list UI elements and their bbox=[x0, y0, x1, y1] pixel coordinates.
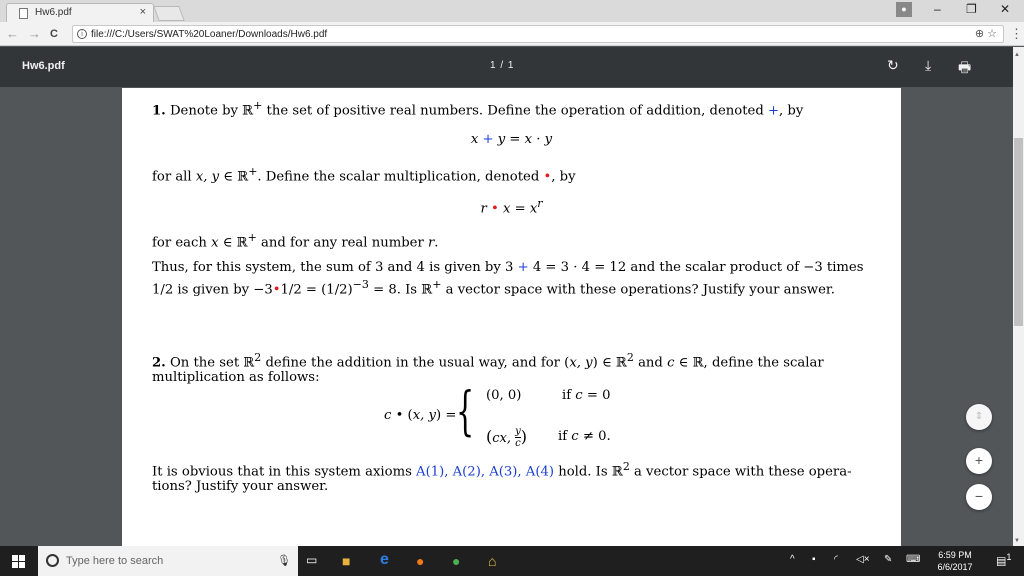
back-button[interactable]: ← bbox=[6, 26, 19, 41]
browser-menu-icon[interactable]: ⋮ bbox=[1010, 26, 1023, 42]
windows-taskbar: Type here to search 🎙 ▭ ■ e ● ● ⌂ ^ ▪ ◜ … bbox=[0, 546, 1024, 576]
notification-icon[interactable]: ▤1 bbox=[996, 552, 1012, 568]
p2-case2-condition: if c ≠ 0. bbox=[558, 429, 611, 444]
p1-line4: Thus, for this system, the sum of 3 and … bbox=[152, 260, 864, 275]
document-icon bbox=[19, 8, 28, 19]
address-bar-row: ← → C i file:///C:/Users/SWAT%20Loaner/D… bbox=[0, 22, 1024, 46]
p2-line4: tions? Justify your answer. bbox=[152, 479, 329, 494]
notification-count: 1 bbox=[1006, 552, 1012, 562]
cortana-icon bbox=[46, 554, 59, 567]
pdf-title: Hw6.pdf bbox=[22, 60, 65, 72]
scroll-up-arrow[interactable]: ▲ bbox=[1014, 52, 1020, 58]
close-window-button[interactable]: ✕ bbox=[1000, 2, 1010, 16]
user-icon[interactable]: ● bbox=[896, 2, 912, 17]
p2-lhs: c • (x, y) = bbox=[384, 408, 457, 423]
reload-button[interactable]: C bbox=[50, 28, 58, 40]
bookmark-star-icon[interactable]: ☆ bbox=[987, 28, 997, 40]
pdf-page: 1. Denote by ℝ+ the set of positive real… bbox=[122, 88, 901, 546]
zoom-out-button[interactable]: − bbox=[966, 484, 992, 510]
pdf-toolbar: Hw6.pdf 1 / 1 ↻ ⤓ 🖶 bbox=[0, 47, 1024, 87]
edge-icon[interactable]: e bbox=[380, 551, 389, 569]
start-button[interactable] bbox=[12, 555, 26, 568]
p2-line2: multiplication as follows: bbox=[152, 370, 320, 385]
wifi-icon[interactable]: ◜ bbox=[834, 554, 838, 565]
browser-tab-strip: Hw6.pdf × ● – ❐ ✕ bbox=[0, 0, 1024, 22]
scroll-down-arrow[interactable]: ▼ bbox=[1014, 538, 1020, 544]
fit-page-button[interactable]: ⇕ bbox=[966, 404, 992, 430]
tab-hw6-pdf[interactable]: Hw6.pdf × bbox=[6, 3, 154, 22]
p1-line5: 1/2 is given by −3•1/2 = (1/2)−3 = 8. Is… bbox=[152, 278, 835, 298]
volume-icon[interactable]: ◁× bbox=[856, 554, 870, 565]
restore-button[interactable]: ❐ bbox=[966, 2, 977, 16]
p1-equation-addition: x + y = x · y bbox=[470, 132, 553, 147]
forward-button[interactable]: → bbox=[28, 26, 41, 41]
info-icon[interactable]: i bbox=[77, 29, 87, 39]
url-text: file:///C:/Users/SWAT%20Loaner/Downloads… bbox=[91, 29, 328, 40]
p1-line1: 1. Denote by ℝ+ the set of positive real… bbox=[152, 99, 804, 119]
firefox-icon[interactable]: ● bbox=[416, 553, 424, 569]
tab-close-icon[interactable]: × bbox=[140, 6, 146, 18]
scrollbar-thumb[interactable] bbox=[1014, 138, 1023, 326]
tray-overflow-icon[interactable]: ^ bbox=[790, 554, 795, 565]
zoom-in-button[interactable]: + bbox=[966, 448, 992, 474]
system-clock[interactable]: 6:59 PM 6/6/2017 bbox=[922, 549, 988, 573]
download-icon[interactable]: ⤓ bbox=[925, 57, 931, 74]
p2-case1-condition: if c = 0 bbox=[562, 388, 611, 403]
search-placeholder: Type here to search bbox=[66, 555, 164, 567]
clock-date: 6/6/2017 bbox=[937, 562, 973, 572]
p1-equation-scalar: r • x = xr bbox=[480, 197, 543, 217]
url-input[interactable]: i file:///C:/Users/SWAT%20Loaner/Downloa… bbox=[72, 25, 1004, 43]
chrome-icon[interactable]: ● bbox=[452, 553, 460, 569]
microphone-icon[interactable]: 🎙 bbox=[277, 554, 291, 567]
p1-line3: for each x ∈ ℝ+ and for any real number … bbox=[152, 231, 439, 251]
keyboard-icon[interactable]: ⌨ bbox=[906, 554, 920, 565]
taskbar-search-input[interactable]: Type here to search 🎙 bbox=[38, 546, 298, 576]
p2-brace: { bbox=[456, 382, 475, 442]
pen-icon[interactable]: ✎ bbox=[884, 554, 892, 565]
p2-line1: 2. On the set ℝ2 define the addition in … bbox=[152, 351, 824, 371]
clock-time: 6:59 PM bbox=[938, 550, 972, 560]
zoom-icon[interactable]: ⊕ bbox=[975, 28, 984, 40]
file-explorer-icon[interactable]: ■ bbox=[342, 553, 350, 569]
page-indicator[interactable]: 1 / 1 bbox=[490, 60, 514, 71]
p2-line3: It is obvious that in this system axioms… bbox=[152, 460, 852, 480]
minimize-button[interactable]: – bbox=[934, 2, 941, 16]
new-tab-button[interactable] bbox=[153, 6, 185, 21]
task-view-icon[interactable]: ▭ bbox=[306, 553, 317, 567]
tab-title: Hw6.pdf bbox=[35, 7, 72, 18]
p1-line2: for all x, y ∈ ℝ+. Define the scalar mul… bbox=[152, 165, 576, 185]
network-icon[interactable]: ▪ bbox=[812, 554, 816, 565]
p2-case1-value: (0, 0) bbox=[486, 388, 522, 403]
rotate-icon[interactable]: ↻ bbox=[887, 57, 899, 74]
p2-case2-value: (cx, y c) bbox=[486, 426, 528, 449]
print-icon[interactable]: 🖶 bbox=[958, 57, 971, 81]
home-app-icon[interactable]: ⌂ bbox=[488, 553, 496, 569]
